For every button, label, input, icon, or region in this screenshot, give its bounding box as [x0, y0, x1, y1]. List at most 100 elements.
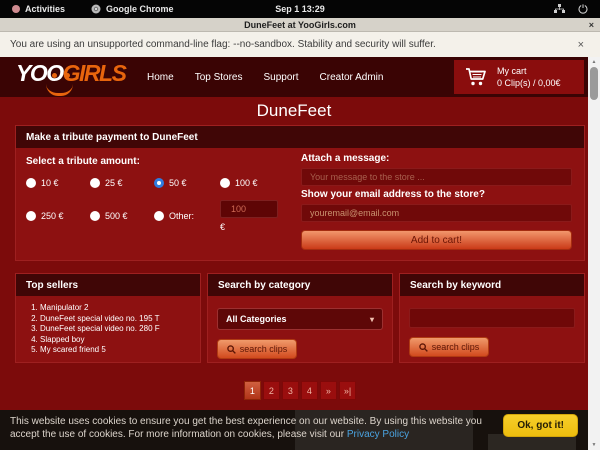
yoogirls-logo[interactable]: YOOGIRLS [16, 60, 125, 87]
logo-eye-dot-icon [65, 73, 70, 78]
top-seller-item[interactable]: Manipulator 2 [40, 303, 191, 314]
page-title: DuneFeet [0, 97, 588, 124]
site-header: YOOGIRLS Home Top Stores Support Creator… [0, 57, 588, 97]
search-button-label: search clips [240, 344, 288, 354]
cart-title: My cart [497, 65, 561, 77]
search-clips-by-keyword-button[interactable]: search clips [409, 337, 489, 357]
pagination-page-4[interactable]: 4 [301, 381, 318, 400]
scrollbar-thumb[interactable] [590, 67, 598, 100]
tribute-amount-radio-10[interactable]: 10 € [26, 178, 90, 188]
my-cart-widget[interactable]: My cart 0 Clip(s) / 0,00€ [454, 60, 584, 94]
message-input[interactable] [301, 168, 572, 186]
pagination-next[interactable]: » [320, 381, 337, 400]
category-select[interactable]: All Categories ▾ [217, 308, 383, 330]
keyword-search-input[interactable] [409, 308, 575, 328]
top-sellers-list: Manipulator 2 DuneFeet special video no.… [25, 303, 191, 356]
radio-icon [90, 178, 100, 188]
search-clips-by-category-button[interactable]: search clips [217, 339, 297, 359]
pagination-page-1[interactable]: 1 [244, 381, 261, 400]
pagination-page-2[interactable]: 2 [263, 381, 280, 400]
scroll-up-arrow-icon[interactable]: ▲ [588, 59, 600, 65]
email-input[interactable] [301, 204, 572, 222]
activities-indicator-icon [12, 5, 20, 13]
search-icon [227, 345, 236, 354]
radio-label: 250 € [41, 211, 64, 221]
top-seller-item[interactable]: DuneFeet special video no. 280 F [40, 324, 191, 335]
radio-icon [154, 211, 164, 221]
cart-icon [464, 65, 488, 89]
cookie-consent-bar: This website uses cookies to ensure you … [0, 410, 588, 450]
other-amount-input[interactable] [220, 200, 278, 218]
power-tray-icon[interactable] [578, 4, 588, 14]
top-seller-item[interactable]: My scared friend 5 [40, 345, 191, 356]
top-seller-item[interactable]: DuneFeet special video no. 195 T [40, 314, 191, 325]
scroll-down-arrow-icon[interactable]: ▼ [588, 442, 600, 448]
logo-text-girls: GIRLS [63, 60, 126, 86]
active-app-menu[interactable]: Google Chrome [91, 4, 174, 14]
top-seller-item[interactable]: Slapped boy [40, 335, 191, 346]
tribute-amount-options: 10 € 25 € 50 € 100 € [26, 178, 296, 232]
cart-summary: 0 Clip(s) / 0,00€ [497, 77, 561, 89]
radio-label: 10 € [41, 178, 59, 188]
logo-eye-dot-icon [52, 73, 57, 78]
privacy-policy-link[interactable]: Privacy Policy [347, 429, 409, 440]
nav-item-creator-admin[interactable]: Creator Admin [320, 72, 384, 83]
chevron-down-icon: ▾ [370, 315, 374, 324]
cookie-accept-button[interactable]: Ok, got it! [503, 414, 578, 437]
cookie-notice-text: This website uses cookies to ensure you … [10, 415, 498, 441]
active-app-label: Google Chrome [106, 4, 174, 14]
radio-icon [26, 178, 36, 188]
top-sellers-header: Top sellers [16, 274, 200, 296]
tribute-amount-radio-other[interactable]: Other: [154, 200, 220, 232]
warning-close-icon[interactable]: × [578, 39, 584, 51]
tribute-amount-radio-25[interactable]: 25 € [90, 178, 154, 188]
pagination-page-3[interactable]: 3 [282, 381, 299, 400]
tribute-panel-header: Make a tribute payment to DuneFeet [16, 126, 584, 148]
radio-checked-icon [154, 178, 164, 188]
email-label: Show your email address to the store? [301, 189, 572, 200]
browser-tab-bar: DuneFeet at YooGirls.com × [0, 18, 600, 32]
message-label: Attach a message: [301, 153, 572, 164]
radio-label: 50 € [169, 178, 187, 188]
main-nav: Home Top Stores Support Creator Admin [147, 57, 383, 97]
chrome-app-icon [91, 4, 101, 14]
activities-button[interactable]: Activities [12, 4, 65, 14]
radio-icon [26, 211, 36, 221]
system-top-bar: Activities Google Chrome Sep 1 13:29 [0, 0, 600, 18]
tribute-amount-radio-500[interactable]: 500 € [90, 200, 154, 232]
pagination-last[interactable]: »| [339, 381, 356, 400]
tribute-amount-radio-250[interactable]: 250 € [26, 200, 90, 232]
tab-close-icon[interactable]: × [589, 18, 594, 32]
pagination: 1 2 3 4 » »| [15, 381, 585, 400]
unsupported-flag-warning-bar: You are using an unsupported command-lin… [0, 32, 600, 57]
search-by-category-panel: Search by category All Categories ▾ sear… [207, 273, 393, 363]
tribute-amount-label: Select a tribute amount: [26, 156, 296, 167]
radio-label: 500 € [105, 211, 128, 221]
vertical-scrollbar[interactable]: ▲ ▼ [588, 57, 600, 450]
category-select-value: All Categories [226, 314, 287, 324]
radio-label: 100 € [235, 178, 258, 188]
search-category-header: Search by category [208, 274, 392, 296]
search-icon [419, 343, 428, 352]
logo-smile-icon [46, 84, 73, 96]
search-by-keyword-panel: Search by keyword search clips [399, 273, 585, 363]
radio-label: Other: [169, 211, 194, 221]
nav-item-home[interactable]: Home [147, 72, 174, 83]
tribute-amount-radio-50-selected[interactable]: 50 € [154, 178, 220, 188]
nav-item-support[interactable]: Support [264, 72, 299, 83]
nav-item-top-stores[interactable]: Top Stores [195, 72, 243, 83]
currency-label: € [220, 222, 296, 232]
top-sellers-panel: Top sellers Manipulator 2 DuneFeet speci… [15, 273, 201, 363]
warning-message: You are using an unsupported command-lin… [10, 39, 436, 50]
add-to-cart-button[interactable]: Add to cart! [301, 230, 572, 250]
activities-label: Activities [25, 4, 65, 14]
tab-title[interactable]: DuneFeet at YooGirls.com [244, 20, 356, 30]
radio-icon [220, 178, 230, 188]
network-tray-icon[interactable] [554, 4, 565, 14]
tribute-payment-panel: Make a tribute payment to DuneFeet Selec… [15, 125, 585, 261]
radio-icon [90, 211, 100, 221]
radio-label: 25 € [105, 178, 123, 188]
search-keyword-header: Search by keyword [400, 274, 584, 296]
tribute-amount-radio-100[interactable]: 100 € [220, 178, 296, 188]
search-button-label: search clips [432, 342, 480, 352]
